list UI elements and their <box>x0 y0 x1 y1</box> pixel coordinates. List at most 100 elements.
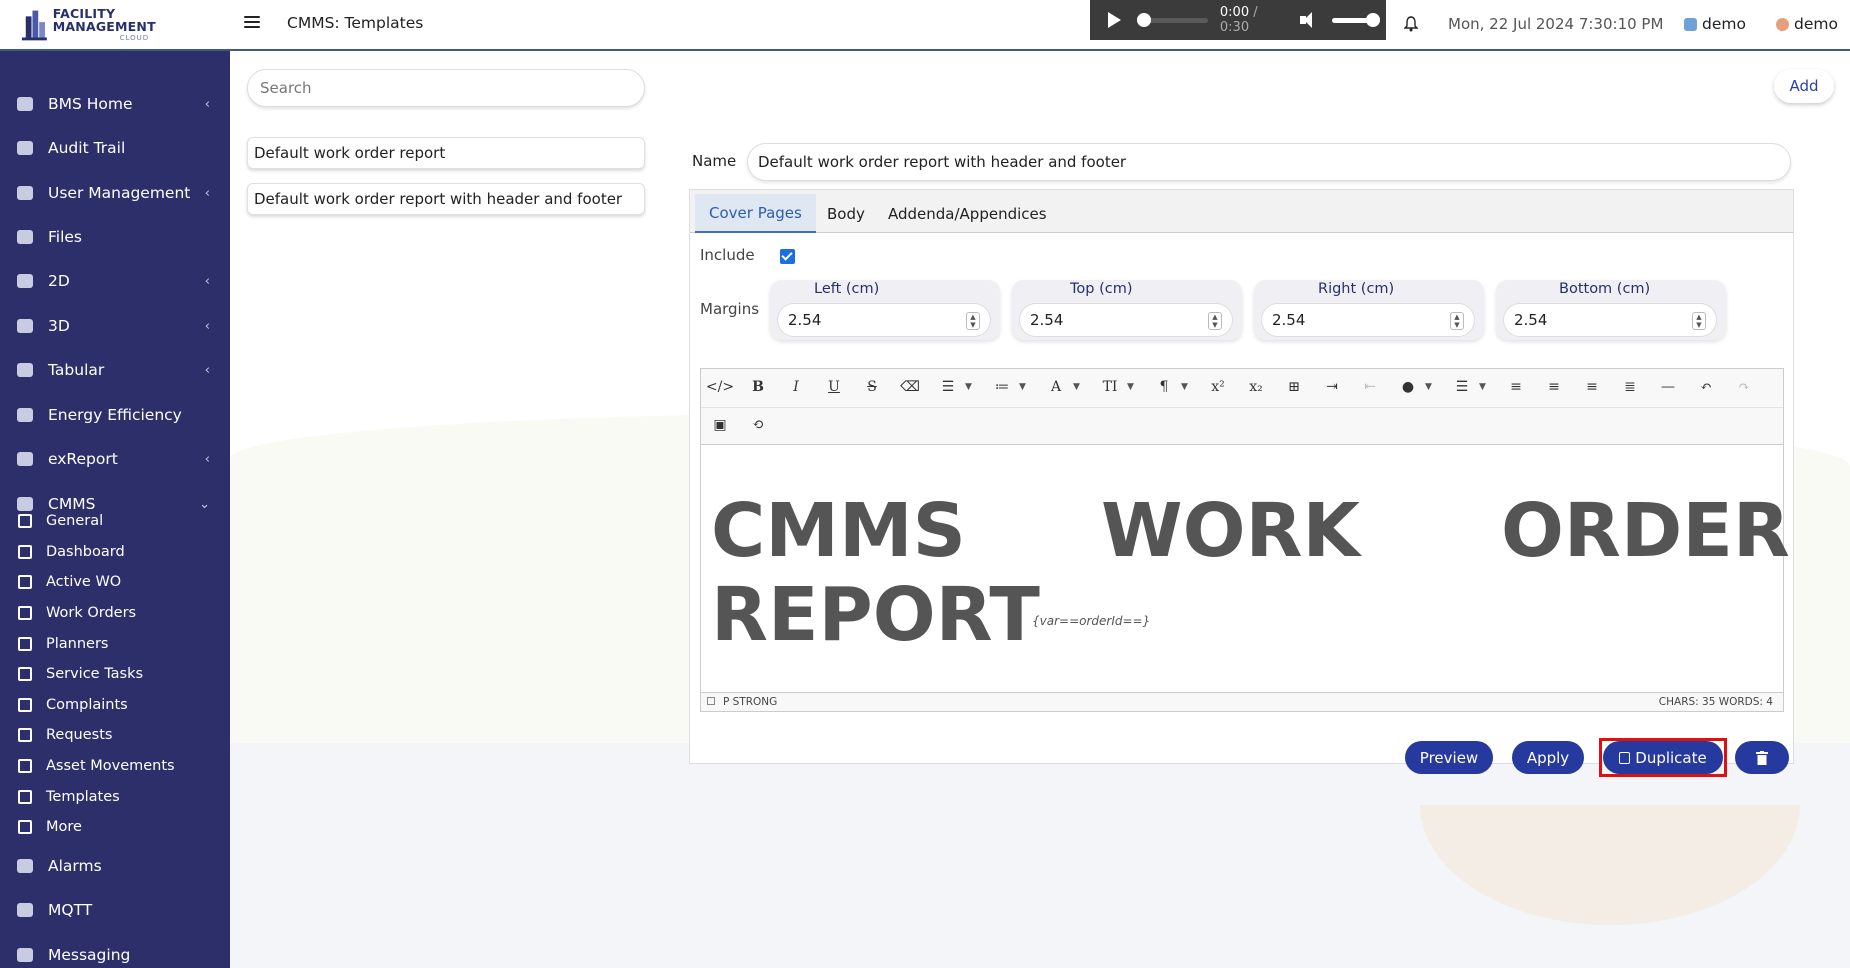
sidebar-item[interactable]: Energy Efficiency <box>0 396 230 434</box>
template-editor-panel: Cover Pages Body Addenda/Appendices Incl… <box>689 189 1794 764</box>
numbered-list-icon[interactable]: ≔ <box>989 373 1015 401</box>
sidebar-item[interactable]: Files <box>0 218 230 256</box>
variable-icon[interactable]: ⟲ <box>745 411 771 439</box>
play-icon[interactable] <box>1108 12 1121 28</box>
outdent-icon[interactable]: ⇤ <box>1357 373 1383 401</box>
margin-left-input[interactable]: 2.54 ▲ ▼ <box>777 303 991 337</box>
sidebar-item[interactable]: Audit Trail <box>0 129 230 167</box>
spinner-icon[interactable]: ▲ ▼ <box>1692 312 1706 330</box>
align-right-icon[interactable]: ≡ <box>1579 373 1605 401</box>
subscript-icon[interactable]: x₂ <box>1243 373 1269 401</box>
indent-icon[interactable]: ⇥ <box>1319 373 1345 401</box>
check-icon <box>18 667 32 681</box>
sidebar-item[interactable]: User Management ‹ <box>0 174 230 212</box>
menu-toggle-icon[interactable] <box>244 14 260 30</box>
font-color-icon[interactable]: A <box>1043 373 1069 401</box>
sidebar-item-label: User Management <box>48 184 191 202</box>
spinner-icon[interactable]: ▲ ▼ <box>1450 312 1464 330</box>
chevron-down-icon[interactable]: ▼ <box>1425 382 1432 392</box>
logo[interactable]: FACILITY MANAGEMENT CLOUD <box>20 6 216 44</box>
bold-icon[interactable]: B <box>745 373 771 401</box>
mqtt-icon <box>14 900 36 920</box>
preview-button[interactable]: Preview <box>1405 741 1493 774</box>
sidebar-subitem[interactable]: Requests <box>0 720 230 750</box>
sidebar-subitem[interactable]: Templates <box>0 782 230 812</box>
horizontal-rule-icon[interactable]: — <box>1655 373 1681 401</box>
sidebar-item[interactable]: 3D ‹ <box>0 307 230 345</box>
align-justify-icon[interactable]: ≣ <box>1617 373 1643 401</box>
align-center-icon[interactable]: ≡ <box>1541 373 1567 401</box>
code-view-icon[interactable]: </> <box>706 373 734 401</box>
strikethrough-icon[interactable]: S <box>859 373 885 401</box>
site-selector[interactable]: demo <box>1684 15 1746 33</box>
apply-button[interactable]: Apply <box>1512 741 1584 774</box>
sidebar-item[interactable]: Messaging <box>0 936 230 968</box>
add-button[interactable]: Add <box>1774 69 1834 103</box>
cogs-icon <box>18 514 32 528</box>
paragraph-icon[interactable]: ¶ <box>1151 373 1177 401</box>
audio-progress-slider[interactable] <box>1137 12 1208 27</box>
sidebar-item[interactable]: Tabular ‹ <box>0 351 230 389</box>
search-input[interactable] <box>247 69 645 107</box>
chevron-down-icon[interactable]: ▼ <box>1479 382 1486 392</box>
sidebar-item[interactable]: MQTT <box>0 891 230 929</box>
underline-icon[interactable]: U <box>821 373 847 401</box>
sidebar-item[interactable]: BMS Home ‹ <box>0 85 230 123</box>
align-left-icon[interactable]: ≡ <box>1503 373 1529 401</box>
name-input[interactable]: Default work order report with header an… <box>747 143 1791 181</box>
template-list-item[interactable]: Default work order report <box>247 137 645 169</box>
chevron-down-icon[interactable]: ▼ <box>1181 382 1188 392</box>
chevron-down-icon[interactable]: ▼ <box>1127 382 1134 392</box>
ink-color-icon[interactable]: ● <box>1395 373 1421 401</box>
sidebar-subitem[interactable]: Work Orders <box>0 598 230 628</box>
energy-icon <box>14 405 36 425</box>
sidebar-subitem[interactable]: Planners <box>0 629 230 659</box>
chevron-down-icon[interactable]: ▼ <box>965 382 972 392</box>
sidebar-item[interactable]: 2D ‹ <box>0 262 230 300</box>
volume-icon[interactable] <box>1300 12 1316 28</box>
volume-slider[interactable] <box>1332 12 1380 27</box>
undo-icon[interactable]: ↶ <box>1693 373 1719 401</box>
redo-icon[interactable]: ↷ <box>1731 373 1757 401</box>
bell-icon[interactable] <box>1404 16 1418 32</box>
sidebar-subitem[interactable]: Complaints <box>0 690 230 720</box>
site-icon <box>1684 17 1697 31</box>
text-size-icon[interactable]: TI <box>1097 373 1123 401</box>
delete-button[interactable] <box>1735 741 1789 774</box>
bullet-list-icon[interactable]: ☰ <box>935 373 961 401</box>
image-icon[interactable]: ▣ <box>707 411 733 439</box>
resize-grip-icon[interactable] <box>707 697 715 705</box>
user-menu[interactable]: demo <box>1776 15 1838 33</box>
line-spacing-icon[interactable]: ☰ <box>1449 373 1475 401</box>
sidebar-subitem[interactable]: Service Tasks <box>0 659 230 689</box>
sidebar-subitem[interactable]: Dashboard <box>0 537 230 567</box>
table-icon[interactable]: ⊞ <box>1281 373 1307 401</box>
sidebar-item-label: Tabular <box>48 361 105 379</box>
sidebar-item-label: Energy Efficiency <box>48 406 182 424</box>
sidebar-item[interactable]: exReport ‹ <box>0 440 230 478</box>
margin-bottom-input[interactable]: 2.54 ▲ ▼ <box>1503 303 1717 337</box>
eraser-icon[interactable]: ⌫ <box>897 373 923 401</box>
margin-right-input[interactable]: 2.54 ▲ ▼ <box>1261 303 1475 337</box>
chevron-down-icon[interactable]: ▼ <box>1073 382 1080 392</box>
tab-addenda[interactable]: Addenda/Appendices <box>874 194 1061 233</box>
sidebar-subitem[interactable]: More <box>0 812 230 842</box>
tab-cover-pages[interactable]: Cover Pages <box>695 194 816 233</box>
spinner-icon[interactable]: ▲ ▼ <box>966 312 980 330</box>
chevron-down-icon[interactable]: ▼ <box>1019 382 1026 392</box>
include-checkbox[interactable] <box>780 249 795 264</box>
margin-right-label: Right (cm) <box>1318 281 1395 297</box>
margin-top-input[interactable]: 2.54 ▲ ▼ <box>1019 303 1233 337</box>
sidebar-subitem[interactable]: General <box>0 506 230 536</box>
tab-body[interactable]: Body <box>813 194 879 233</box>
include-label: Include <box>700 246 755 264</box>
sidebar-item[interactable]: Alarms <box>0 847 230 885</box>
sidebar-subitem[interactable]: Active WO <box>0 567 230 597</box>
italic-icon[interactable]: I <box>783 373 809 401</box>
sidebar-subitem[interactable]: Asset Movements <box>0 751 230 781</box>
margin-top-label: Top (cm) <box>1070 281 1133 297</box>
superscript-icon[interactable]: x² <box>1205 373 1231 401</box>
spinner-icon[interactable]: ▲ ▼ <box>1208 312 1222 330</box>
chevron-icon: ‹ <box>204 274 210 289</box>
template-list-item[interactable]: Default work order report with header an… <box>247 183 645 215</box>
